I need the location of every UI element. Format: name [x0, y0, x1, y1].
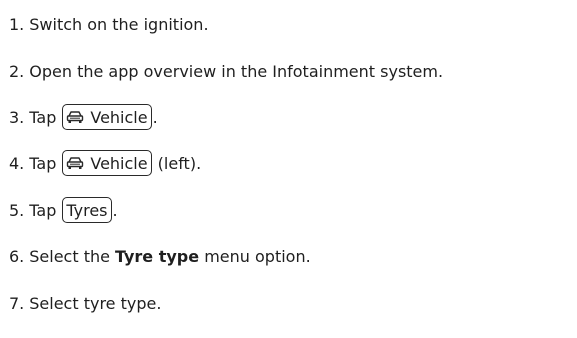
step-number: 5. [9, 200, 25, 220]
menu-option-name: Tyre type [114, 246, 200, 266]
step-text: Open the app overview in the Infotainmen… [29, 61, 444, 81]
step-3: 3. Tap Vehicle . [9, 103, 158, 131]
step-text: Select tyre type. [29, 293, 162, 313]
car-icon [66, 110, 84, 124]
step-text-post: (left). [152, 153, 202, 173]
vehicle-button-label: Vehicle [90, 153, 148, 173]
vehicle-button[interactable]: Vehicle [62, 104, 152, 130]
step-number: 4. [9, 153, 25, 173]
step-4: 4. Tap Vehicle (left). [9, 149, 201, 177]
step-text: Switch on the ignition. [29, 14, 209, 34]
step-number: 7. [9, 293, 25, 313]
step-7: 7. Select tyre type. [9, 289, 161, 317]
step-text-post: . [152, 107, 158, 127]
step-6: 6. Select the Tyre type menu option. [9, 242, 311, 270]
step-number: 1. [9, 14, 25, 34]
step-text-pre: Tap [29, 153, 57, 173]
step-number: 2. [9, 61, 25, 81]
step-5: 5. Tap Tyres . [9, 196, 118, 224]
step-number: 3. [9, 107, 25, 127]
car-icon [66, 156, 84, 170]
step-text-pre: Tap [29, 107, 57, 127]
step-text-pre: Select the [29, 246, 110, 266]
step-number: 6. [9, 246, 25, 266]
tyres-button-label: Tyres [66, 200, 108, 220]
step-text-post: menu option. [199, 246, 311, 266]
tyres-button[interactable]: Tyres [62, 197, 112, 223]
step-2: 2. Open the app overview in the Infotain… [9, 57, 443, 85]
step-1: 1. Switch on the ignition. [9, 10, 209, 38]
vehicle-left-button[interactable]: Vehicle [62, 150, 152, 176]
step-text-post: . [112, 200, 118, 220]
step-text-pre: Tap [29, 200, 57, 220]
vehicle-button-label: Vehicle [90, 107, 148, 127]
